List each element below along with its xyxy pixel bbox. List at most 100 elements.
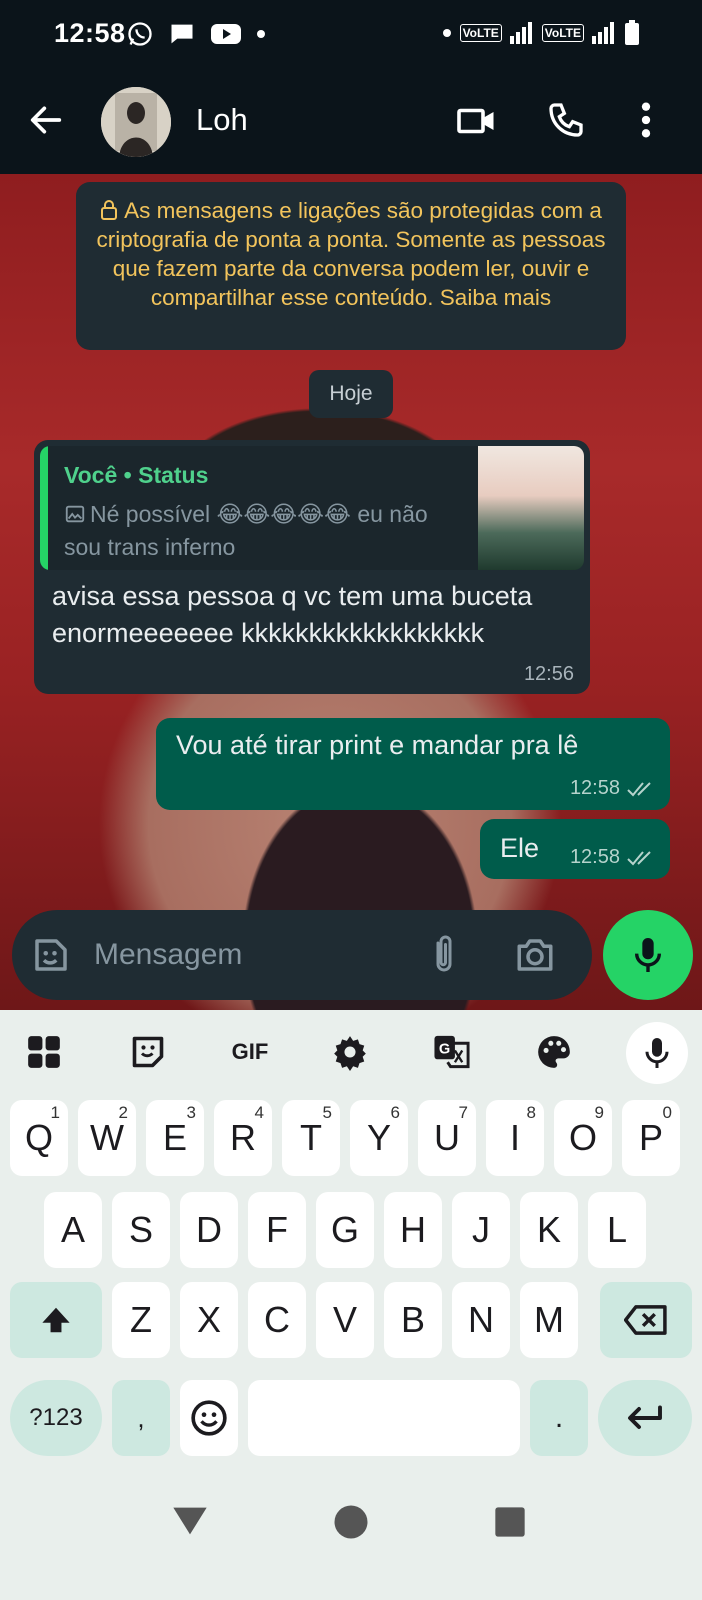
sticker-emoji-icon[interactable]	[30, 934, 72, 976]
key-label: Z	[130, 1299, 152, 1340]
recents-nav-icon[interactable]	[494, 1506, 526, 1538]
key-p[interactable]: P0	[622, 1100, 680, 1176]
key-l[interactable]: L	[588, 1192, 646, 1268]
emoji-key[interactable]	[180, 1380, 238, 1456]
sticker-icon[interactable]	[126, 1030, 170, 1074]
key-label: F	[266, 1209, 288, 1250]
svg-text:G: G	[439, 1041, 450, 1057]
key-a[interactable]: A	[44, 1192, 102, 1268]
key-s[interactable]: S	[112, 1192, 170, 1268]
key-label: D	[196, 1209, 222, 1250]
date-chip: Hoje	[309, 370, 393, 418]
key-label: Q	[24, 1117, 53, 1158]
key-n[interactable]: N	[452, 1282, 510, 1358]
volte-badge: VoLTE	[541, 24, 584, 42]
quote-author: Você • Status	[64, 462, 209, 488]
message-text: Ele	[500, 833, 540, 863]
enter-key[interactable]	[598, 1380, 692, 1456]
key-d[interactable]: D	[180, 1192, 238, 1268]
apps-icon[interactable]	[22, 1030, 66, 1074]
voice-message-button[interactable]	[603, 910, 693, 1000]
image-icon	[65, 505, 85, 523]
key-e[interactable]: E3	[146, 1100, 204, 1176]
key-o[interactable]: O9	[554, 1100, 612, 1176]
quote-bar	[40, 446, 48, 570]
key-hint: 5	[322, 1103, 332, 1122]
comma-key[interactable]: ,	[112, 1380, 170, 1456]
encryption-notice[interactable]: As mensagens e ligações são protegidas c…	[76, 182, 626, 350]
avatar[interactable]	[101, 87, 171, 157]
message-time: 12:58	[569, 777, 620, 799]
key-label: C	[264, 1299, 290, 1340]
more-options-icon[interactable]	[636, 100, 656, 140]
key-j[interactable]: J	[452, 1192, 510, 1268]
key-label: V	[332, 1299, 357, 1340]
back-nav-icon[interactable]	[170, 1504, 210, 1538]
voice-call-icon[interactable]	[546, 100, 586, 140]
encryption-text: As mensagens e ligações são protegidas c…	[96, 198, 606, 310]
lock-icon	[101, 200, 118, 220]
outgoing-message[interactable]: Vou até tirar print e mandar pra lê 12:5…	[156, 718, 670, 810]
gif-button[interactable]: GIF	[222, 1030, 278, 1074]
attach-icon[interactable]	[426, 934, 462, 976]
key-h[interactable]: H	[384, 1192, 442, 1268]
double-check-icon	[627, 851, 651, 866]
camera-icon[interactable]	[514, 934, 556, 976]
keyboard-mic-button[interactable]	[626, 1022, 688, 1084]
key-t[interactable]: T5	[282, 1100, 340, 1176]
contact-name[interactable]: Loh	[196, 102, 248, 138]
key-label: A	[60, 1209, 85, 1250]
key-k[interactable]: K	[520, 1192, 578, 1268]
message-composer[interactable]: Mensagem	[12, 910, 592, 1000]
key-hint: 9	[594, 1103, 604, 1122]
key-m[interactable]: M	[520, 1282, 578, 1358]
key-r[interactable]: R4	[214, 1100, 272, 1176]
key-q[interactable]: Q1	[10, 1100, 68, 1176]
key-b[interactable]: B	[384, 1282, 442, 1358]
backspace-key[interactable]	[600, 1282, 692, 1358]
key-label: J	[472, 1209, 490, 1250]
key-hint: 7	[458, 1103, 468, 1122]
outgoing-message[interactable]: Ele 12:58	[480, 819, 670, 879]
whatsapp-icon	[128, 22, 152, 46]
key-i[interactable]: I8	[486, 1100, 544, 1176]
palette-icon[interactable]	[532, 1030, 576, 1074]
key-label: N	[468, 1299, 494, 1340]
key-v[interactable]: V	[316, 1282, 374, 1358]
quote-text: Né possível 😂😂😂😂😂 eu não sou trans infer…	[64, 498, 454, 564]
backspace-icon	[624, 1305, 667, 1335]
battery-icon	[625, 20, 639, 45]
shift-key[interactable]	[10, 1282, 102, 1358]
emoji-icon	[191, 1400, 227, 1436]
back-arrow-icon[interactable]	[26, 100, 66, 140]
message-input[interactable]: Mensagem	[94, 938, 242, 972]
key-g[interactable]: G	[316, 1192, 374, 1268]
key-hint: 2	[118, 1103, 128, 1122]
key-label: L	[606, 1209, 628, 1250]
key-z[interactable]: Z	[112, 1282, 170, 1358]
key-w[interactable]: W2	[78, 1100, 136, 1176]
settings-icon[interactable]	[328, 1030, 372, 1074]
key-x[interactable]: X	[180, 1282, 238, 1358]
message-text: Vou até tirar print e mandar pra lê	[176, 730, 579, 760]
translate-icon[interactable]: G	[430, 1030, 474, 1074]
enter-icon	[628, 1405, 662, 1429]
symbols-key[interactable]: ?123	[10, 1380, 102, 1456]
key-label: S	[128, 1209, 153, 1250]
video-call-icon[interactable]	[456, 100, 498, 142]
mic-icon	[645, 1038, 669, 1068]
space-key[interactable]	[248, 1380, 520, 1456]
key-label: O	[568, 1117, 597, 1158]
message-time: 12:58	[569, 846, 620, 868]
period-key[interactable]: .	[530, 1380, 588, 1456]
key-label: R	[230, 1117, 256, 1158]
key-label: P	[638, 1117, 663, 1158]
key-y[interactable]: Y6	[350, 1100, 408, 1176]
quoted-status[interactable]: Você • Status Né possível 😂😂😂😂😂 eu não s…	[40, 446, 584, 570]
key-f[interactable]: F	[248, 1192, 306, 1268]
incoming-message[interactable]: Você • Status Né possível 😂😂😂😂😂 eu não s…	[34, 440, 590, 694]
key-c[interactable]: C	[248, 1282, 306, 1358]
key-u[interactable]: U7	[418, 1100, 476, 1176]
home-nav-icon[interactable]	[333, 1504, 369, 1540]
key-label: W	[90, 1117, 124, 1158]
